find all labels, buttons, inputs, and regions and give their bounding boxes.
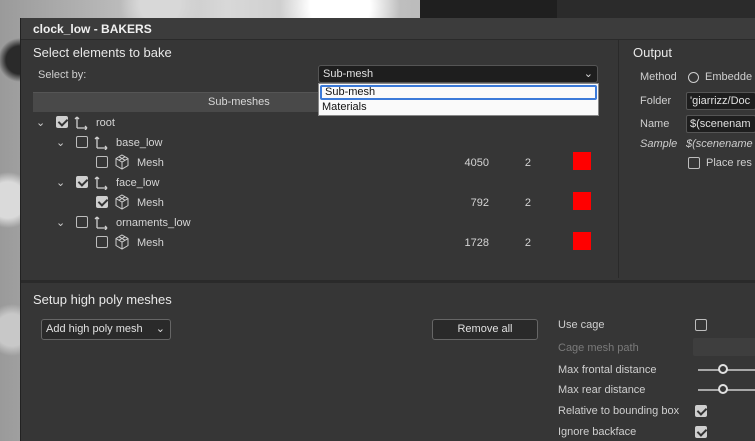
bakers-window: clock_low - BAKERS Select elements to ba…	[20, 18, 755, 441]
output-panel-title: Output	[633, 45, 673, 60]
max-frontal-distance-label: Max frontal distance	[558, 364, 657, 376]
high-poly-panel-title: Setup high poly meshes	[33, 292, 172, 307]
base-low-mesh-checkbox[interactable]	[96, 156, 108, 168]
max-frontal-distance-slider[interactable]	[718, 364, 728, 374]
cage-mesh-path-field	[693, 338, 755, 356]
chevron-down-icon[interactable]: ⌄	[56, 137, 68, 149]
tree-label-mesh: Mesh	[137, 197, 164, 209]
tree-label-mesh: Mesh	[137, 237, 164, 249]
background-window-strip-2	[557, 0, 755, 18]
chevron-down-icon[interactable]: ⌄	[56, 217, 68, 229]
mesh-icon	[115, 194, 129, 210]
tree-label-mesh: Mesh	[137, 157, 164, 169]
relative-bounding-box-label: Relative to bounding box	[558, 405, 680, 417]
method-embedded-radio[interactable]	[688, 72, 699, 83]
tree-label-face-low: face_low	[116, 177, 160, 189]
ornaments-low-checkbox[interactable]	[76, 216, 88, 228]
title-bar[interactable]: clock_low - BAKERS	[21, 18, 755, 40]
add-high-poly-mesh-label: Add high poly mesh	[46, 323, 143, 335]
select-by-value: Sub-mesh	[323, 68, 374, 80]
remove-all-button[interactable]: Remove all	[432, 319, 538, 340]
sample-value: $(scenename	[686, 138, 753, 150]
ignore-backface-checkbox[interactable]	[695, 426, 707, 438]
mesh-uv-count: 2	[524, 197, 531, 209]
chevron-down-icon[interactable]: ⌄	[36, 117, 48, 129]
relative-bounding-box-checkbox[interactable]	[695, 405, 707, 417]
tree-label-ornaments-low: ornaments_low	[116, 217, 191, 229]
use-cage-label: Use cage	[558, 319, 605, 331]
place-results-label: Place res	[706, 157, 752, 169]
max-rear-distance-slider[interactable]	[718, 384, 728, 394]
select-by-dropdown[interactable]: Sub-mesh ⌄	[318, 65, 598, 83]
mesh-vertex-count: 792	[470, 197, 489, 209]
chevron-down-icon: ⌄	[583, 68, 593, 80]
root-checkbox[interactable]	[56, 116, 68, 128]
sample-label: Sample	[640, 138, 678, 150]
transform-node-icon	[74, 116, 88, 130]
window-title: clock_low - BAKERS	[33, 22, 152, 36]
select-panel-title: Select elements to bake	[33, 45, 172, 60]
transform-node-icon	[94, 216, 108, 230]
mesh-vertex-count: 1728	[464, 237, 489, 249]
column-header-label: Sub-meshes	[208, 96, 270, 108]
mesh-color-swatch[interactable]	[573, 232, 591, 250]
method-label: Method	[640, 71, 677, 83]
ornaments-low-mesh-checkbox[interactable]	[96, 236, 108, 248]
select-by-label: Select by:	[38, 69, 87, 81]
chevron-down-icon: ⌄	[155, 323, 165, 335]
tree-label-root: root	[96, 117, 115, 129]
use-cage-checkbox[interactable]	[695, 319, 707, 331]
name-field[interactable]: $(scenenam	[686, 115, 755, 133]
panel-divider-vertical[interactable]	[618, 40, 619, 278]
folder-field[interactable]: 'giarrizz/Doc	[686, 92, 755, 110]
cage-mesh-path-label: Cage mesh path	[558, 342, 639, 354]
tree-label-base-low: base_low	[116, 137, 163, 149]
option-materials[interactable]: Materials	[319, 100, 598, 115]
transform-node-icon	[94, 176, 108, 190]
add-high-poly-mesh-button[interactable]: Add high poly mesh ⌄	[41, 319, 171, 340]
max-rear-distance-label: Max rear distance	[558, 384, 646, 396]
transform-node-icon	[94, 136, 108, 150]
mesh-color-swatch[interactable]	[573, 152, 591, 170]
folder-label: Folder	[640, 95, 672, 107]
mesh-icon	[115, 154, 129, 170]
select-by-options-list: Sub-mesh Materials	[318, 83, 599, 116]
option-sub-mesh[interactable]: Sub-mesh	[320, 85, 597, 100]
face-low-checkbox[interactable]	[76, 176, 88, 188]
face-low-mesh-checkbox[interactable]	[96, 196, 108, 208]
mesh-vertex-count: 4050	[464, 157, 489, 169]
mesh-icon	[115, 234, 129, 250]
place-results-checkbox[interactable]	[688, 157, 700, 169]
panel-divider-horizontal[interactable]	[21, 280, 755, 283]
mesh-uv-count: 2	[524, 237, 531, 249]
mesh-color-swatch[interactable]	[573, 192, 591, 210]
mesh-uv-count: 2	[524, 157, 531, 169]
ignore-backface-label: Ignore backface	[558, 426, 637, 438]
name-label: Name	[640, 118, 670, 130]
method-embedded-label: Embedde	[705, 71, 753, 83]
base-low-checkbox[interactable]	[76, 136, 88, 148]
chevron-down-icon[interactable]: ⌄	[56, 177, 68, 189]
